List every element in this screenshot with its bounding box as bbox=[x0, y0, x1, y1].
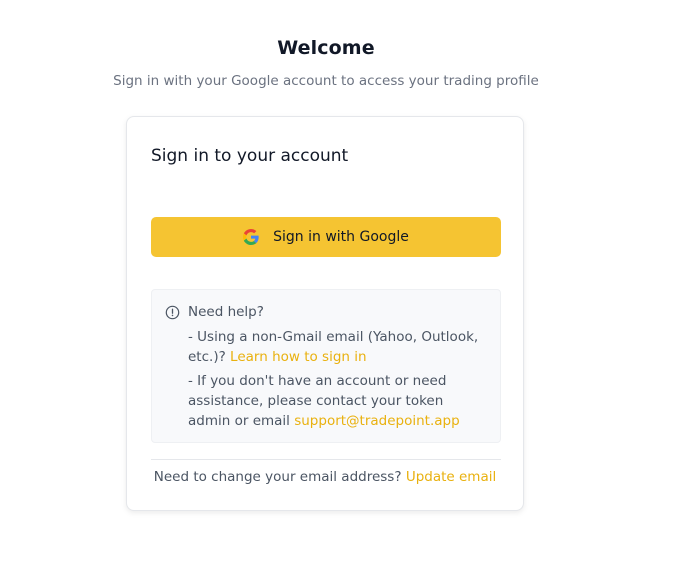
change-email-line: Need to change your email address? Updat… bbox=[127, 469, 523, 485]
google-sign-in-button[interactable]: Sign in with Google bbox=[151, 217, 501, 257]
google-icon bbox=[243, 229, 259, 245]
card-title: Sign in to your account bbox=[151, 146, 349, 166]
divider bbox=[151, 459, 501, 460]
help-item-no-account: - If you don't have an account or need a… bbox=[188, 371, 484, 431]
support-email-link[interactable]: support@tradepoint.app bbox=[294, 413, 459, 429]
page-subtitle: Sign in with your Google account to acce… bbox=[113, 73, 539, 89]
google-sign-in-label: Sign in with Google bbox=[273, 229, 409, 245]
page-title: Welcome bbox=[277, 37, 375, 59]
help-heading: Need help? bbox=[188, 304, 264, 320]
update-email-link[interactable]: Update email bbox=[406, 469, 496, 485]
change-email-text: Need to change your email address? bbox=[153, 469, 406, 485]
learn-how-to-sign-in-link[interactable]: Learn how to sign in bbox=[230, 349, 367, 365]
info-circle-icon bbox=[165, 305, 180, 320]
sign-in-page: Welcome Sign in with your Google account… bbox=[0, 0, 676, 564]
sign-in-card: Sign in to your account Sign in with Goo… bbox=[126, 116, 524, 511]
help-item-non-gmail: - Using a non-Gmail email (Yahoo, Outloo… bbox=[188, 327, 484, 367]
help-box: Need help? - Using a non-Gmail email (Ya… bbox=[151, 289, 501, 443]
